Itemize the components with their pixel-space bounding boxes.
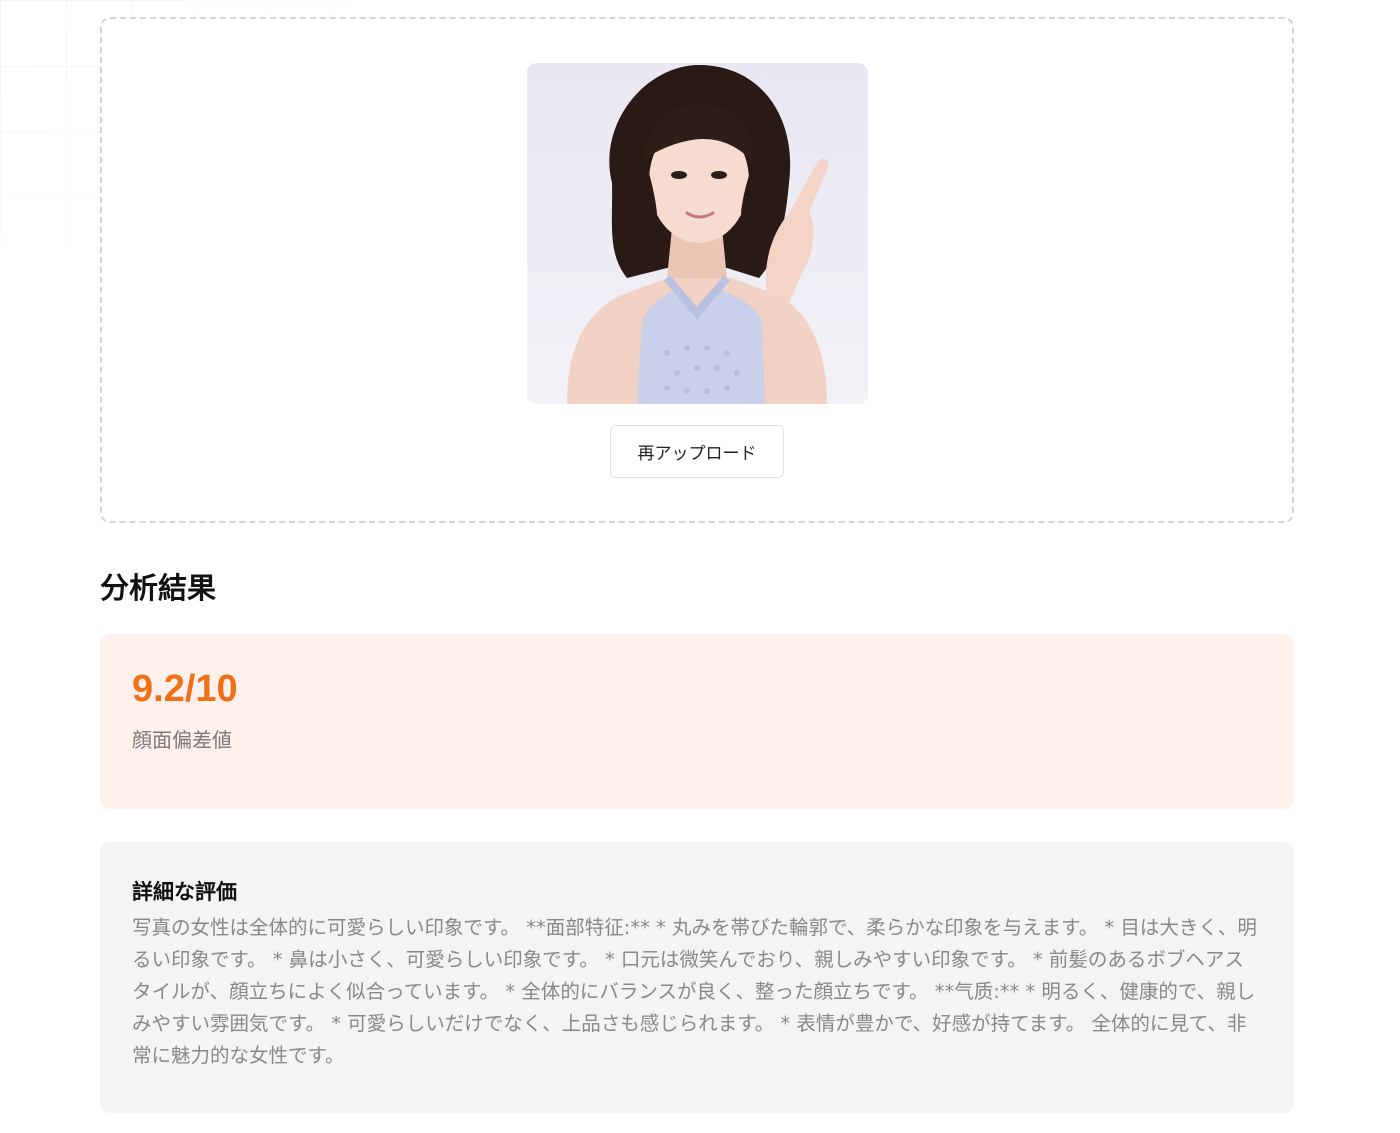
score-card: 9.2/10 顔面偏差値 — [100, 634, 1294, 809]
results-title: 分析結果 — [100, 571, 217, 605]
detail-card: 詳細な評価 写真の女性は全体的に可愛らしい印象です。 **面部特征:** * 丸… — [100, 842, 1294, 1113]
reupload-button[interactable]: 再アップロード — [610, 425, 784, 478]
score-label: 顔面偏差値 — [132, 728, 232, 752]
portrait-image — [526, 63, 868, 404]
detail-title: 詳細な評価 — [132, 880, 237, 904]
upload-area[interactable]: 再アップロード — [100, 17, 1294, 523]
main-content: 再アップロード 分析結果 9.2/10 顔面偏差値 詳細な評価 写真の女性は全体… — [100, 17, 1294, 1113]
uploaded-photo — [526, 63, 868, 404]
detail-text: 写真の女性は全体的に可愛らしい印象です。 **面部特征:** * 丸みを帯びた輪… — [132, 916, 1257, 1067]
score-value: 9.2/10 — [132, 668, 238, 710]
